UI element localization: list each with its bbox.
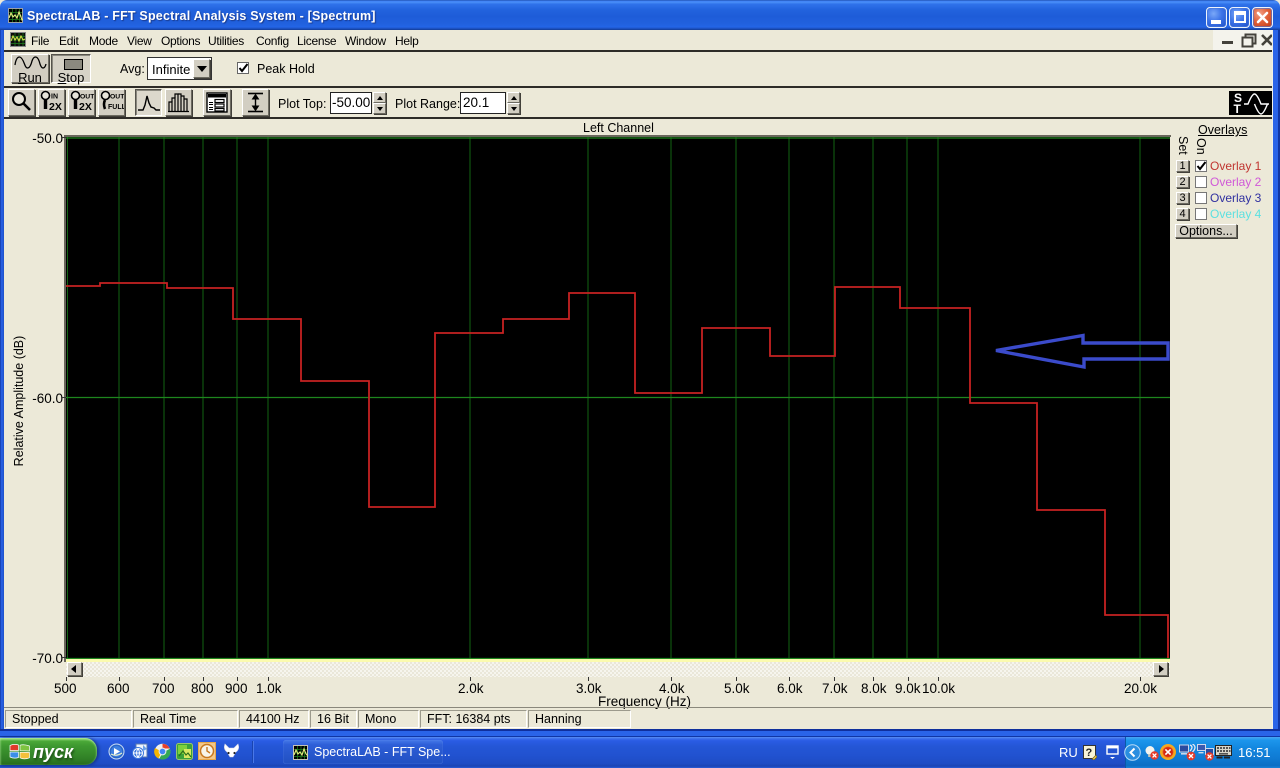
svg-text:OUT: OUT: [110, 94, 124, 101]
svg-text:2X: 2X: [49, 101, 62, 113]
svg-text:2X: 2X: [79, 101, 92, 113]
svg-text:OUT: OUT: [80, 94, 94, 101]
svg-text:IN: IN: [51, 94, 58, 101]
svg-text:T: T: [1234, 102, 1242, 115]
svg-text:FULL: FULL: [108, 104, 124, 111]
svg-text:?: ?: [1086, 747, 1093, 759]
